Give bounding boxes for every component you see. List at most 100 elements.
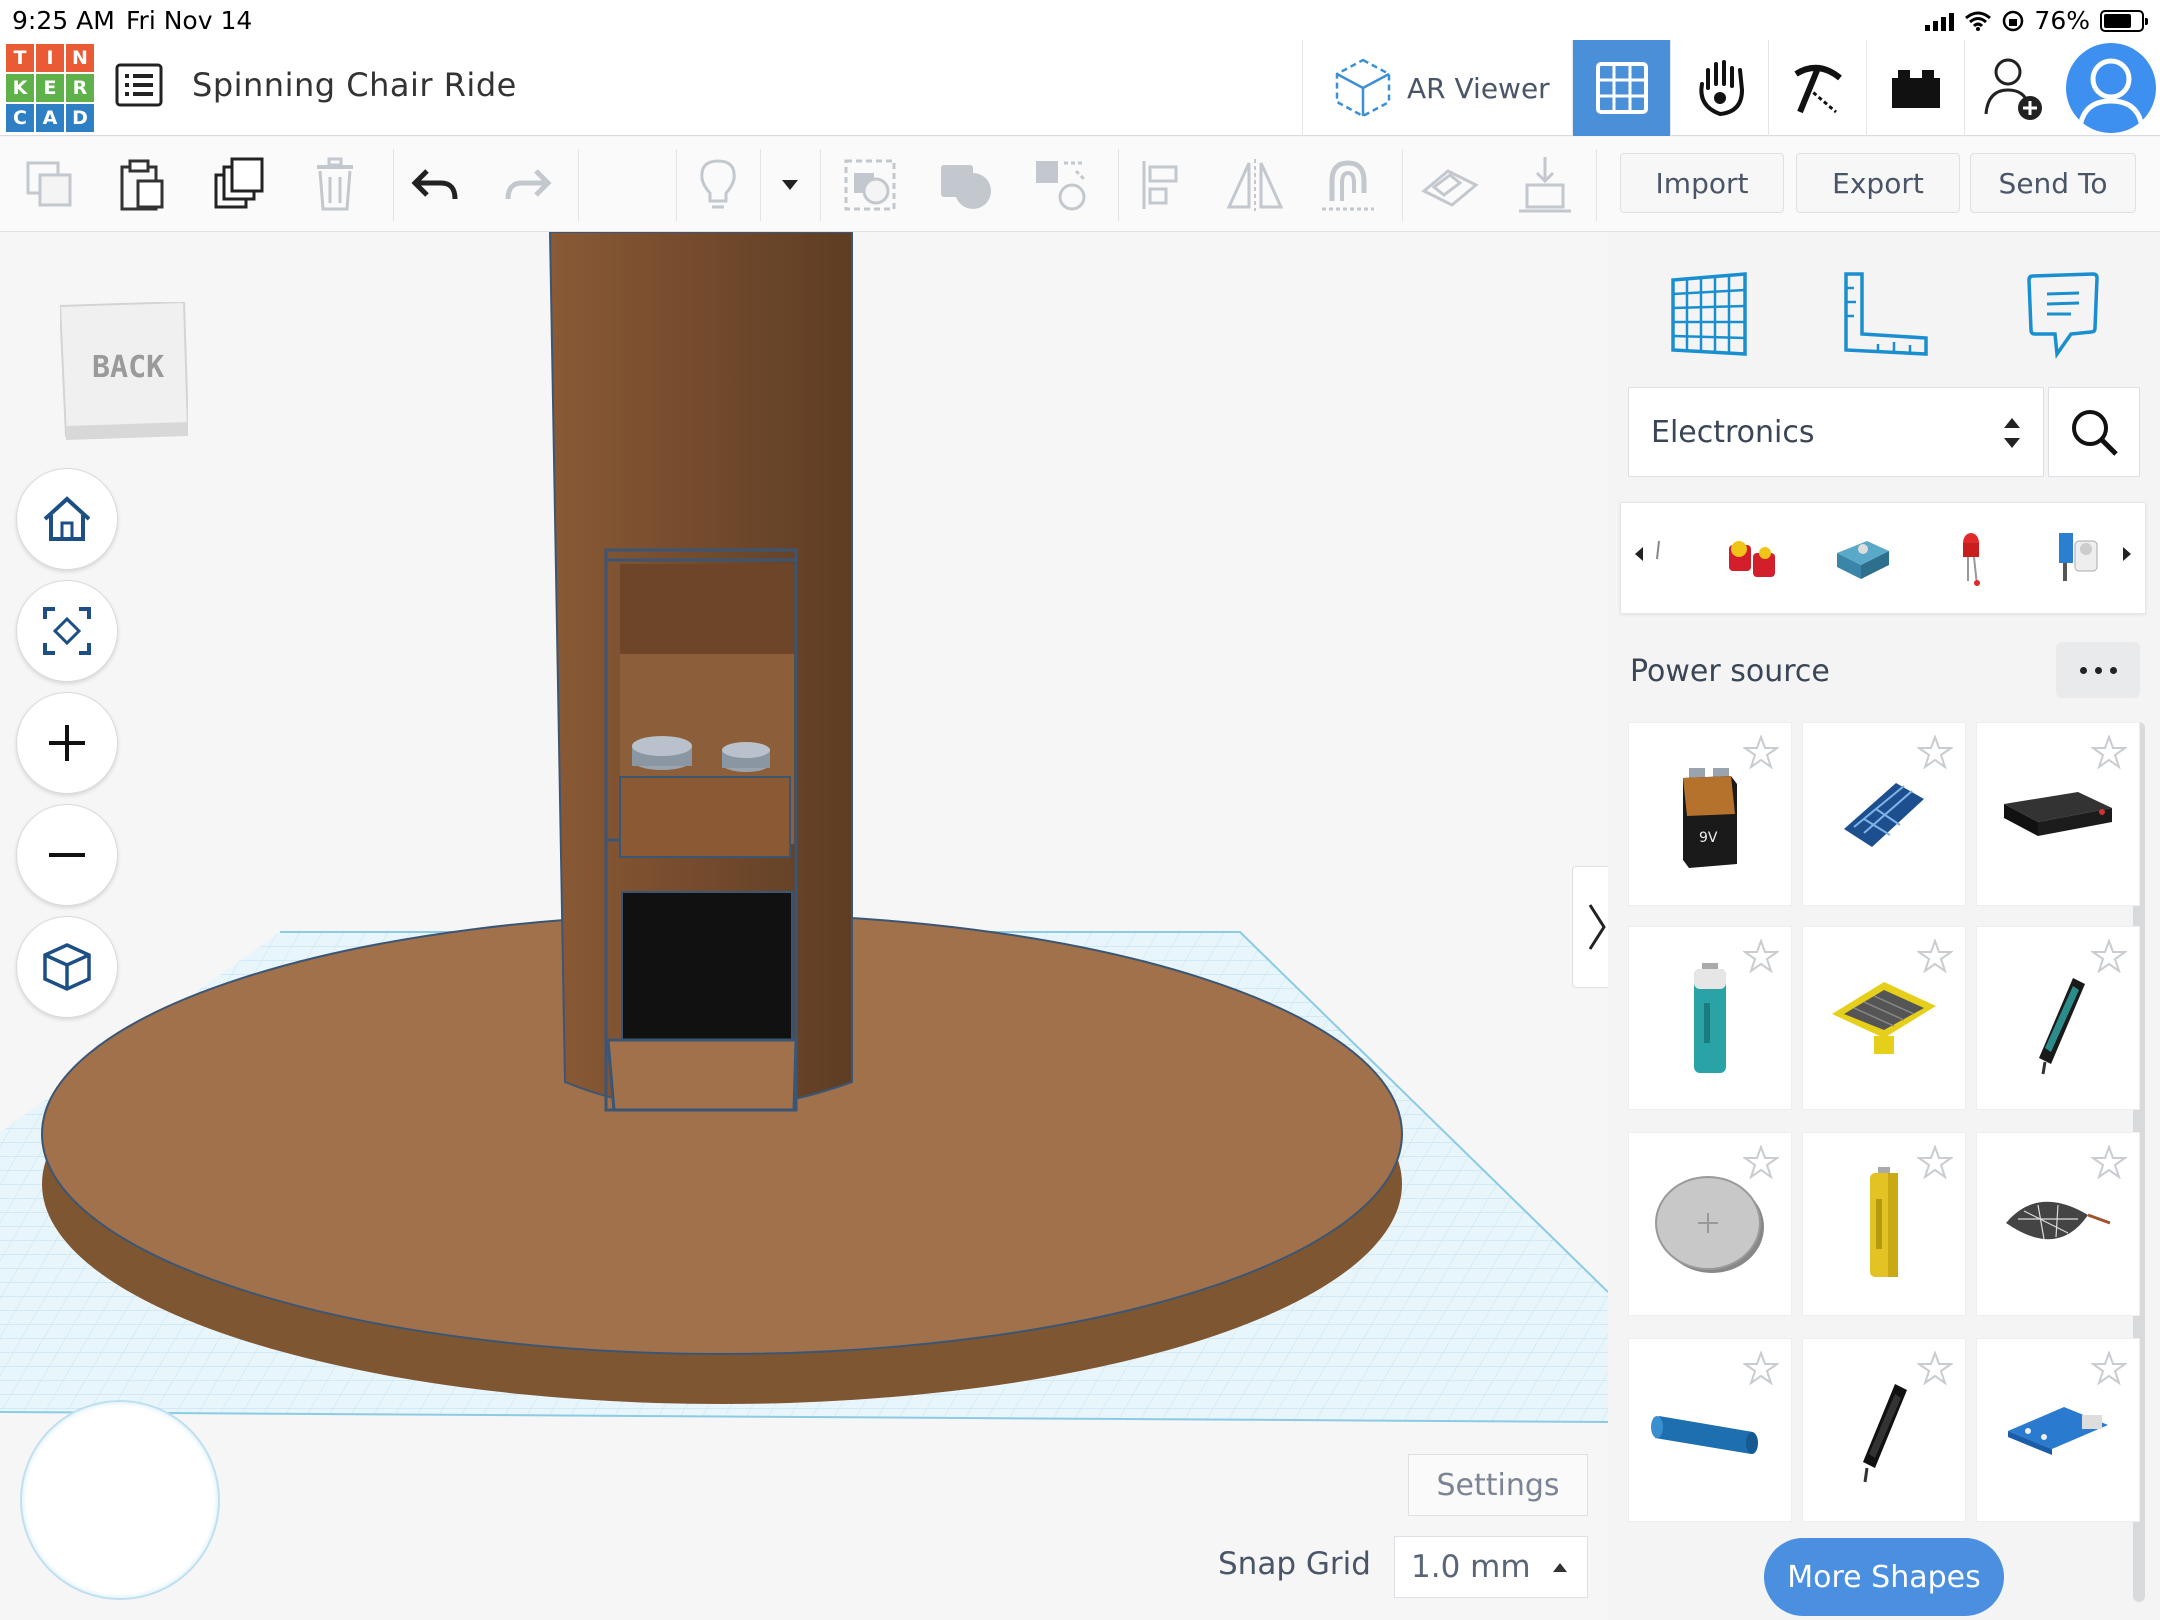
favorite-star-icon[interactable] (2091, 1145, 2127, 1179)
shape-category-value: Electronics (1651, 414, 1815, 450)
logo-letter: T (6, 44, 34, 72)
coin-cell-icon (1655, 1176, 1764, 1273)
favorite-star-icon[interactable] (1743, 1145, 1779, 1179)
shape-tile-aa-battery-yellow[interactable] (1802, 1132, 1966, 1316)
favorite-star-icon[interactable] (1743, 939, 1779, 973)
aa-battery-yellow-icon (1870, 1167, 1898, 1277)
redo-button[interactable] (498, 155, 558, 215)
favorite-star-icon[interactable] (1917, 1145, 1953, 1179)
carousel-item-partial[interactable] (1649, 523, 1669, 595)
carousel-item-led[interactable] (1937, 523, 2009, 595)
favorite-star-icon[interactable] (1743, 1351, 1779, 1385)
logo-letter: C (6, 104, 34, 132)
undo-button[interactable] (405, 155, 465, 215)
hide-dropdown-button[interactable] (760, 155, 820, 215)
shapes-panel: Electronics Power source 9V More Shapes (1608, 232, 2160, 1620)
duplicate-button[interactable] (210, 155, 270, 215)
group-button[interactable] (935, 155, 995, 215)
import-button[interactable]: Import (1620, 153, 1784, 213)
delete-button[interactable] (305, 155, 365, 215)
tinkercad-app: { "status_bar": { "time": "9:25 AM", "da… (0, 0, 2160, 1620)
trash-icon (317, 157, 353, 211)
favorite-star-icon[interactable] (1917, 735, 1953, 769)
shape-tile-aa-battery[interactable] (1628, 926, 1792, 1110)
shape-tile-leaf-solar[interactable] (1976, 1132, 2140, 1316)
favorite-star-icon[interactable] (1743, 735, 1779, 769)
drop-button[interactable] (1515, 155, 1575, 215)
section-more-button[interactable] (2056, 642, 2140, 698)
shape-tile-battery-holder[interactable] (1976, 926, 2140, 1110)
view-cube[interactable]: BACK (58, 300, 190, 440)
shape-tile-9v-battery[interactable]: 9V (1628, 722, 1792, 906)
group-view-button[interactable] (840, 155, 900, 215)
notes-tool-button[interactable] (2008, 260, 2118, 370)
status-date: Fri Nov 14 (126, 6, 253, 35)
show-all-icon (844, 159, 896, 211)
paste-button[interactable] (112, 155, 172, 215)
home-view-button[interactable] (16, 468, 118, 570)
blocks-view-button[interactable] (1768, 40, 1866, 136)
favorite-star-icon[interactable] (2091, 939, 2127, 973)
shape-search-button[interactable] (2048, 387, 2140, 477)
shape-tile-solar-panel-yellow[interactable] (1802, 926, 1966, 1110)
scene-3d[interactable] (0, 232, 1608, 1620)
pan-joystick[interactable] (20, 1400, 220, 1600)
align-button[interactable] (1132, 155, 1192, 215)
carousel-prev-icon[interactable] (1635, 547, 1643, 561)
zoom-in-button[interactable] (16, 692, 118, 794)
favorite-star-icon[interactable] (2091, 1351, 2127, 1385)
shape-tile-battery-pack[interactable] (1976, 722, 2140, 906)
send-to-button[interactable]: Send To (1970, 153, 2136, 213)
3d-design-view-button[interactable] (1572, 40, 1670, 136)
favorite-star-icon[interactable] (1917, 1351, 1953, 1385)
shape-tile-cylinder-battery[interactable] (1628, 1338, 1792, 1522)
favorite-star-icon[interactable] (2091, 735, 2127, 769)
workplane-viewport[interactable]: BACK Settings Snap Grid 1.0 mm (0, 232, 1608, 1620)
mirror-button[interactable] (1225, 155, 1285, 215)
leaf-solar-cell-icon (2006, 1201, 2111, 1240)
settings-button[interactable]: Settings (1408, 1454, 1588, 1516)
caret-down-icon (782, 180, 798, 190)
invite-user-button[interactable] (1964, 40, 2062, 136)
fit-view-button[interactable] (16, 580, 118, 682)
zoom-out-button[interactable] (16, 804, 118, 906)
carousel-item-motor[interactable] (1717, 523, 1789, 595)
category-carousel[interactable] (1620, 502, 2146, 614)
logo-letter: A (36, 104, 64, 132)
ungroup-button[interactable] (1030, 155, 1090, 215)
cruise-button[interactable] (1318, 155, 1378, 215)
show-all-button[interactable] (688, 155, 748, 215)
ruler-tool-button[interactable] (1830, 260, 1940, 370)
carousel-item-servo[interactable] (1827, 523, 1899, 595)
carousel-next-icon[interactable] (2123, 547, 2131, 561)
ar-viewer-button[interactable]: AR Viewer (1302, 40, 1572, 136)
tinkercad-logo[interactable]: TIN KER CAD (6, 44, 94, 132)
ortho-view-button[interactable] (16, 916, 118, 1018)
workplane-tool-button[interactable] (1654, 260, 1764, 370)
export-button[interactable]: Export (1796, 153, 1960, 213)
shape-tile-solar-panel[interactable] (1802, 722, 1966, 906)
project-title[interactable]: Spinning Chair Ride (192, 66, 517, 104)
wifi-icon (1965, 11, 1992, 31)
design-menu-button[interactable] (114, 62, 164, 108)
shape-tile-battery-holder-black[interactable] (1802, 1338, 1966, 1522)
more-shapes-button[interactable]: More Shapes (1764, 1538, 2004, 1616)
group-icon (941, 165, 991, 209)
codeblocks-view-button[interactable] (1670, 40, 1768, 136)
solar-panel-blue-icon (1844, 783, 1924, 847)
app-header: TIN KER CAD Spinning Chair Ride AR Viewer (0, 40, 2160, 136)
ruler-icon (1844, 272, 1928, 356)
shape-tile-coin-cell[interactable] (1628, 1132, 1792, 1316)
shape-category-select[interactable]: Electronics (1628, 387, 2044, 477)
bricks-view-button[interactable] (1866, 40, 1964, 136)
copy-button[interactable] (20, 155, 80, 215)
battery-body[interactable] (621, 891, 793, 1045)
workplane-button[interactable] (1420, 155, 1480, 215)
snap-grid-select[interactable]: 1.0 mm (1394, 1536, 1588, 1598)
carousel-item-sensor[interactable] (2045, 523, 2117, 595)
light-bulb-icon (700, 159, 736, 209)
battery-top[interactable] (619, 776, 791, 858)
shape-tile-power-module[interactable] (1976, 1338, 2140, 1522)
user-avatar[interactable] (2066, 43, 2156, 133)
favorite-star-icon[interactable] (1917, 939, 1953, 973)
